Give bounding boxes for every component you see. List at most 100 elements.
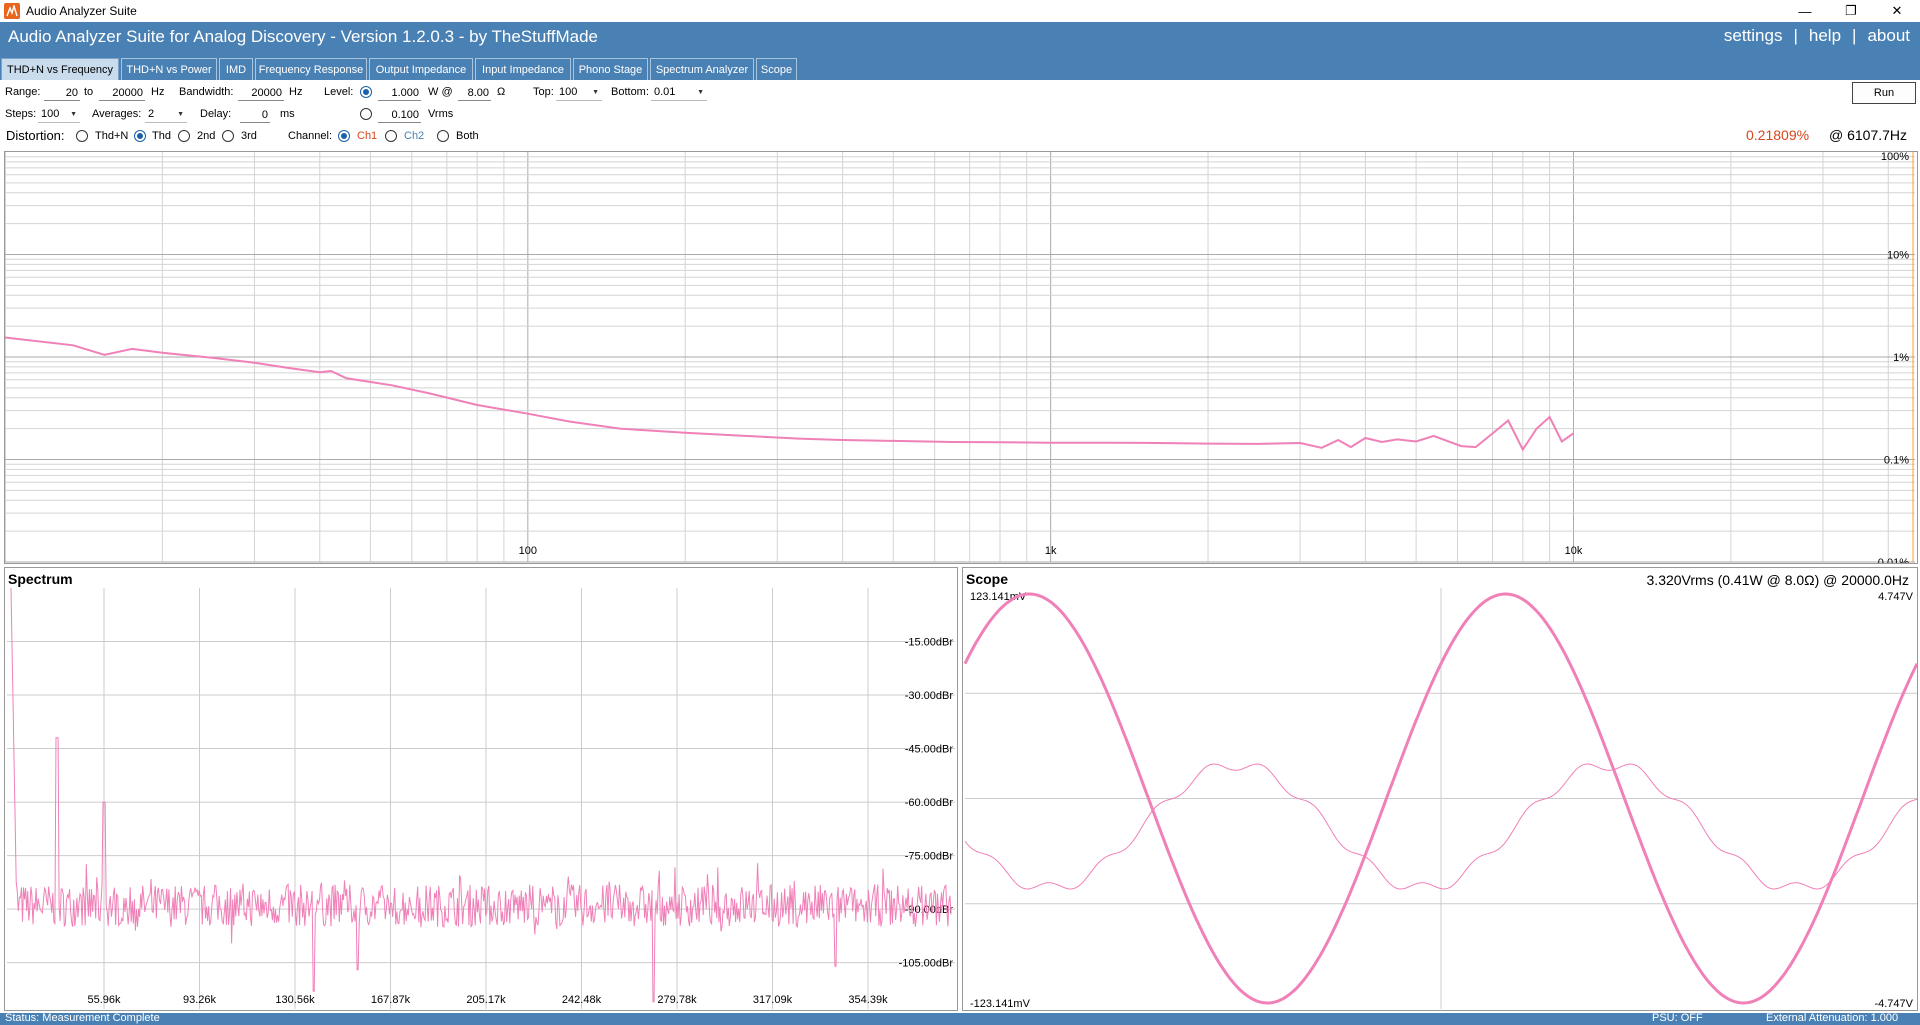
spectrum-title: Spectrum: [8, 571, 73, 587]
chevron-down-icon: ▼: [697, 88, 704, 96]
app-title: Audio Analyzer Suite for Analog Discover…: [8, 27, 598, 46]
averages-select[interactable]: 2 ▼: [145, 106, 187, 123]
spectrum-chart-svg: -15.00dBr -30.00dBr -45.00dBr -60.00dBr -75.…: [7, 587, 955, 1009]
distortion-2nd-radio[interactable]: [178, 130, 190, 142]
chevron-down-icon: ▼: [177, 110, 184, 118]
header-links: settings | help | about: [1724, 26, 1910, 46]
channel-both-radio[interactable]: [437, 130, 449, 142]
bottom-value: 0.01: [654, 86, 676, 98]
app-header: Audio Analyzer Suite for Analog Discover…: [0, 22, 1920, 55]
chevron-down-icon: ▼: [592, 88, 599, 96]
delay-input[interactable]: [240, 107, 270, 123]
distortion-label: Distortion:: [6, 128, 65, 143]
tab-output-impedance[interactable]: Output Impedance: [369, 58, 473, 80]
settings-panel: Range: to Hz Bandwidth: Hz Level: W @ Ω …: [0, 80, 1920, 150]
top-select[interactable]: 100 ▼: [556, 84, 602, 101]
tab-scope[interactable]: Scope: [756, 58, 797, 80]
run-button[interactable]: Run: [1852, 82, 1916, 104]
thd-chart-svg: 100 1k 10k 100% 10% 1% 0.1% 0.01%: [5, 152, 1915, 563]
scope-right-top-label: 4.747V: [1878, 591, 1914, 603]
attenuation-status: External Attenuation: 1.000: [1766, 1013, 1899, 1024]
distortion-thdn-radio[interactable]: [76, 130, 88, 142]
top-value: 100: [559, 86, 578, 98]
spectrum-panel: Spectrum -15.00dBr -30.00dBr -45.00dBr -60.…: [4, 567, 958, 1011]
distortion-3rd-radio[interactable]: [222, 130, 234, 142]
thd-vs-frequency-chart: 100 1k 10k 100% 10% 1% 0.1% 0.01%: [4, 151, 1918, 564]
channel-ch1-label: Ch1: [357, 130, 378, 142]
range-to-input[interactable]: [99, 85, 145, 101]
tab-imd[interactable]: IMD: [219, 58, 253, 80]
y-tick-label: -15.00dBr: [905, 637, 954, 649]
y-tick-label: -30.00dBr: [905, 690, 954, 702]
maximize-button[interactable]: ❐: [1828, 0, 1874, 22]
bandwidth-input[interactable]: [238, 85, 284, 101]
scope-panel: Scope 3.320Vrms (0.41W @ 8.0Ω) @ 20000.0…: [962, 567, 1918, 1011]
bandwidth-unit-label: Hz: [289, 86, 303, 98]
tab-thdn-vs-frequency[interactable]: THD+N vs Frequency: [1, 58, 119, 80]
range-from-input[interactable]: [44, 85, 80, 101]
level-watts-input[interactable]: [378, 85, 421, 101]
scope-right-bottom-label: -4.747V: [1874, 998, 1913, 1010]
bottom-label: Bottom:: [611, 86, 649, 98]
tab-phono-stage[interactable]: Phono Stage: [573, 58, 648, 80]
y-tick-label: 100%: [1881, 152, 1909, 163]
x-tick-label: 205.17k: [466, 994, 506, 1006]
y-tick-label: 0.1%: [1884, 455, 1909, 467]
scope-chart-svg: 123.141mV-123.141mV4.747V-4.747V: [963, 588, 1917, 1010]
about-link[interactable]: about: [1867, 26, 1910, 46]
tab-thdn-vs-power[interactable]: THD+N vs Power: [121, 58, 217, 80]
channel-ch1-radio[interactable]: [338, 130, 350, 142]
top-label: Top:: [533, 86, 554, 98]
help-link[interactable]: help: [1809, 26, 1841, 46]
window-title: Audio Analyzer Suite: [26, 4, 137, 18]
delay-label: Delay:: [200, 108, 232, 120]
bandwidth-label: Bandwidth:: [179, 86, 234, 98]
thd-readout-value: 0.21809%: [1746, 127, 1810, 143]
vrms-unit-label: Vrms: [428, 108, 454, 120]
distortion-thd-radio[interactable]: [134, 130, 146, 142]
level-vrms-input[interactable]: [378, 107, 421, 123]
delay-unit-label: ms: [280, 108, 295, 120]
y-tick-label: 10%: [1887, 250, 1909, 262]
ohm-unit-label: Ω: [497, 86, 506, 98]
bottom-select[interactable]: 0.01 ▼: [651, 84, 707, 101]
spectrum-trace: [10, 587, 952, 1003]
scope-left-bottom-label: -123.141mV: [970, 998, 1031, 1010]
y-tick-label: 1%: [1893, 352, 1909, 364]
x-tick-label: 100: [519, 545, 537, 557]
thd-series-line: [5, 336, 1575, 452]
distortion-2nd-label: 2nd: [197, 130, 216, 142]
range-label: Range:: [5, 86, 41, 98]
link-separator: |: [1852, 26, 1857, 45]
minimize-button[interactable]: —: [1782, 0, 1828, 22]
close-button[interactable]: ✕: [1874, 0, 1920, 22]
x-tick-label: 1k: [1045, 545, 1057, 557]
level-watts-radio[interactable]: [360, 86, 372, 98]
tab-input-impedance[interactable]: Input Impedance: [475, 58, 571, 80]
channel-ch2-radio[interactable]: [385, 130, 397, 142]
tab-frequency-response[interactable]: Frequency Response: [255, 58, 367, 80]
x-tick-label: 242.48k: [562, 994, 602, 1006]
averages-label: Averages:: [92, 108, 142, 120]
x-tick-label: 317.09k: [753, 994, 793, 1006]
link-separator: |: [1793, 26, 1798, 45]
level-label: Level:: [324, 86, 354, 98]
status-text: Status: Measurement Complete: [5, 1013, 160, 1024]
scope-title: Scope: [966, 571, 1009, 587]
chevron-down-icon: ▼: [70, 110, 77, 118]
channel-label: Channel:: [288, 130, 333, 142]
channel-ch2-label: Ch2: [404, 130, 425, 142]
x-tick-label: 279.78k: [657, 994, 697, 1006]
scope-info: 3.320Vrms (0.41W @ 8.0Ω) @ 20000.0Hz: [1646, 572, 1909, 588]
steps-select[interactable]: 100 ▼: [38, 106, 80, 123]
load-ohms-input[interactable]: [458, 85, 491, 101]
y-tick-label: -105.00dBr: [899, 958, 954, 970]
x-tick-label: 354.39k: [848, 994, 888, 1006]
distortion-thd-label: Thd: [152, 130, 171, 142]
settings-link[interactable]: settings: [1724, 26, 1783, 46]
steps-label: Steps:: [5, 108, 37, 120]
level-vrms-radio[interactable]: [360, 108, 372, 120]
tab-spectrum-analyzer[interactable]: Spectrum Analyzer: [650, 58, 754, 80]
x-tick-label: 130.56k: [275, 994, 315, 1006]
distortion-thdn-label: Thd+N: [95, 130, 129, 142]
